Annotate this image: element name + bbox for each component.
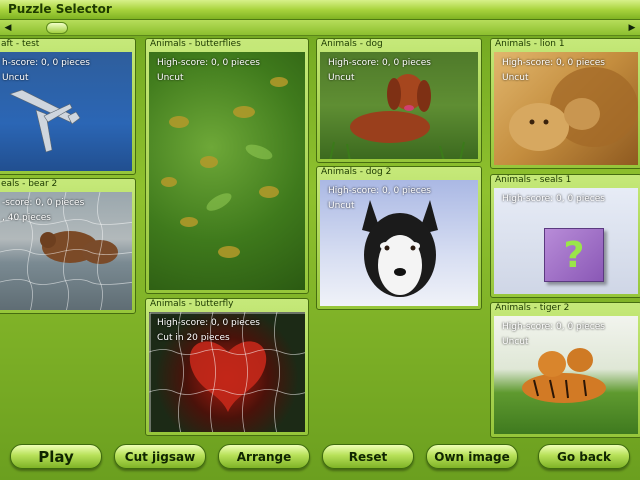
- reset-button[interactable]: Reset: [322, 444, 414, 469]
- puzzle-card-lion[interactable]: Animals - lion 1 High-score: 0, 0 pieces…: [490, 38, 640, 169]
- puzzle-thumbnail[interactable]: High-score: 0, 0 pieces Uncut: [494, 316, 638, 434]
- cut-status-text: Cut in 20 pieces: [157, 333, 230, 343]
- puzzle-thumbnail[interactable]: High-score: 0, 0 pieces Cut in 20 pieces: [149, 312, 305, 432]
- own-image-button[interactable]: Own image: [426, 444, 518, 469]
- puzzle-card-aircraft[interactable]: aft - test h-score: 0, 0 pieces Uncut: [0, 38, 136, 175]
- puzzle-title: Animals - butterflies: [150, 39, 241, 49]
- puzzle-title: Animals - butterfly: [150, 299, 234, 309]
- high-score-text: High-score: 0, 0 pieces: [157, 318, 260, 328]
- cut-status-text: Uncut: [2, 73, 29, 83]
- puzzle-card-dog[interactable]: Animals - dog High-score: 0, 0 pieces Un…: [316, 38, 482, 163]
- cut-status-text: , 40 pieces: [2, 213, 51, 223]
- cut-status-text: Uncut: [502, 73, 529, 83]
- cut-status-text: Uncut: [328, 73, 355, 83]
- puzzle-title: Animals - lion 1: [495, 39, 565, 49]
- cut-status-text: Uncut: [328, 201, 355, 211]
- puzzle-card-bear[interactable]: eals - bear 2 -score: 0, 0 pieces , 40 p…: [0, 178, 136, 314]
- puzzle-card-seals[interactable]: Animals - seals 1 ? High-score: 0, 0 pie…: [490, 174, 640, 298]
- puzzle-title: Animals - dog 2: [321, 167, 392, 177]
- play-button[interactable]: Play: [10, 444, 102, 469]
- puzzle-card-tiger[interactable]: Animals - tiger 2 High-score: 0, 0 piece…: [490, 302, 640, 438]
- high-score-text: High-score: 0, 0 pieces: [502, 322, 605, 332]
- puzzle-card-butterfly[interactable]: Animals - butterfly High-score: 0, 0 pie…: [145, 298, 309, 436]
- puzzle-card-dog-2[interactable]: Animals - dog 2 High-score: 0, 0 pieces …: [316, 166, 482, 310]
- puzzle-thumbnail[interactable]: h-score: 0, 0 pieces Uncut: [0, 52, 132, 171]
- arrow-right-icon[interactable]: ▶: [626, 22, 638, 34]
- cut-status-text: Uncut: [157, 73, 184, 83]
- puzzle-thumbnail[interactable]: High-score: 0, 0 pieces Uncut: [149, 52, 305, 290]
- high-score-text: High-score: 0, 0 pieces: [328, 186, 431, 196]
- go-back-button[interactable]: Go back: [538, 444, 630, 469]
- puzzle-title: Animals - seals 1: [495, 175, 572, 185]
- puzzle-title: aft - test: [1, 39, 40, 49]
- high-score-text: High-score: 0, 0 pieces: [502, 194, 605, 204]
- puzzle-card-butterflies[interactable]: Animals - butterflies High-score: 0, 0 p…: [145, 38, 309, 294]
- puzzle-thumbnail[interactable]: High-score: 0, 0 pieces Uncut: [320, 52, 478, 159]
- high-score-text: High-score: 0, 0 pieces: [157, 58, 260, 68]
- puzzle-title: Animals - tiger 2: [495, 303, 570, 313]
- horizontal-scrollbar[interactable]: ◀ ▶: [0, 20, 640, 36]
- window-title: Puzzle Selector: [8, 2, 112, 16]
- puzzle-title: Animals - dog: [321, 39, 383, 49]
- high-score-text: h-score: 0, 0 pieces: [2, 58, 90, 68]
- puzzle-thumbnail[interactable]: ? High-score: 0, 0 pieces: [494, 188, 638, 294]
- high-score-text: High-score: 0, 0 pieces: [502, 58, 605, 68]
- puzzle-title: eals - bear 2: [1, 179, 58, 189]
- high-score-text: High-score: 0, 0 pieces: [328, 58, 431, 68]
- scrollbar-thumb[interactable]: [46, 22, 68, 34]
- high-score-text: -score: 0, 0 pieces: [2, 198, 85, 208]
- arrange-button[interactable]: Arrange: [218, 444, 310, 469]
- puzzle-thumbnail[interactable]: -score: 0, 0 pieces , 40 pieces: [0, 192, 132, 310]
- puzzle-thumbnail[interactable]: High-score: 0, 0 pieces Uncut: [320, 180, 478, 306]
- cut-jigsaw-button[interactable]: Cut jigsaw: [114, 444, 206, 469]
- puzzle-thumbnail[interactable]: High-score: 0, 0 pieces Uncut: [494, 52, 638, 165]
- arrow-left-icon[interactable]: ◀: [2, 22, 14, 34]
- cut-status-text: Uncut: [502, 337, 529, 347]
- title-bar: Puzzle Selector: [0, 0, 640, 20]
- question-mark-icon: ?: [544, 228, 604, 282]
